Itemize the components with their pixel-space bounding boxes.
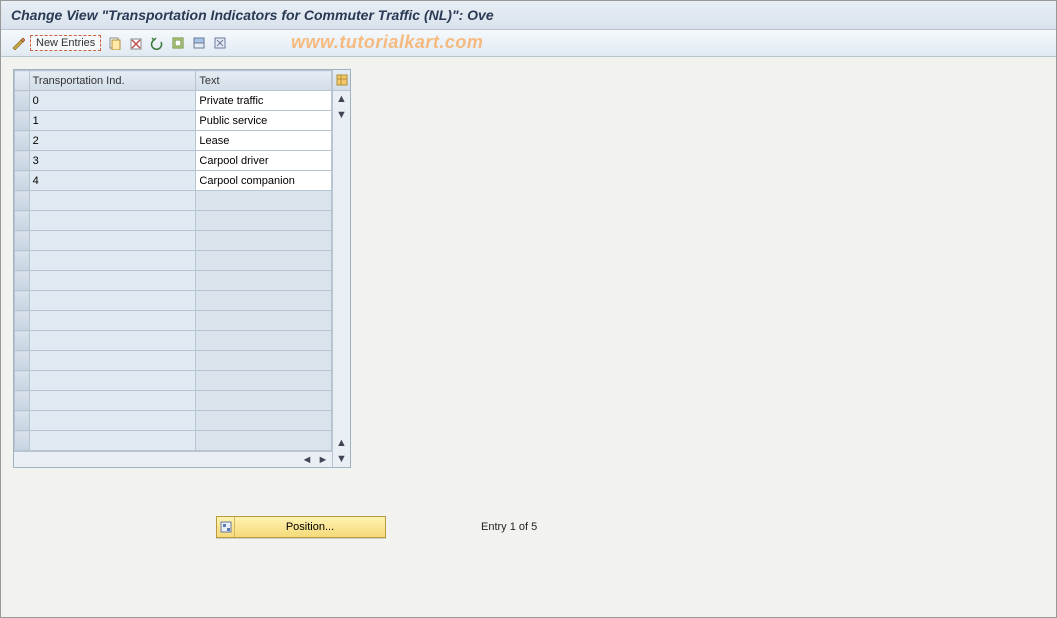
deselect-all-icon[interactable] <box>211 34 229 52</box>
empty-cell[interactable] <box>29 391 196 411</box>
row-selector[interactable] <box>15 271 30 291</box>
row-selector[interactable] <box>15 411 30 431</box>
scroll-down-icon[interactable]: ▼ <box>333 107 350 123</box>
toggle-display-change-icon[interactable] <box>9 34 27 52</box>
cell-ind[interactable]: 2 <box>29 131 196 151</box>
configure-columns-icon[interactable] <box>333 70 350 91</box>
scroll-up-icon[interactable]: ▲ <box>333 91 350 107</box>
watermark-text: www.tutorialkart.com <box>291 32 483 53</box>
empty-cell[interactable] <box>29 251 196 271</box>
entry-status: Entry 1 of 5 <box>481 521 537 533</box>
cell-ind[interactable]: 4 <box>29 171 196 191</box>
grid-table: Transportation Ind. Text 0 Private traff… <box>14 70 332 451</box>
copy-as-icon[interactable] <box>106 34 124 52</box>
horizontal-scrollbar[interactable]: ◄ ► <box>14 451 332 467</box>
row-selector[interactable] <box>15 431 30 451</box>
row-selector[interactable] <box>15 391 30 411</box>
footer-row: Position... Entry 1 of 5 <box>1 516 1056 538</box>
col-header-ind[interactable]: Transportation Ind. <box>29 71 196 91</box>
scroll-left-icon[interactable]: ◄ <box>300 454 314 466</box>
data-grid: Transportation Ind. Text 0 Private traff… <box>13 69 351 468</box>
empty-cell[interactable] <box>196 211 332 231</box>
empty-cell[interactable] <box>196 251 332 271</box>
row-selector[interactable] <box>15 331 30 351</box>
empty-cell[interactable] <box>196 191 332 211</box>
empty-cell[interactable] <box>29 431 196 451</box>
empty-cell[interactable] <box>29 231 196 251</box>
empty-cell[interactable] <box>196 271 332 291</box>
position-icon <box>217 517 235 537</box>
empty-cell[interactable] <box>29 311 196 331</box>
row-selector[interactable] <box>15 151 30 171</box>
empty-cell[interactable] <box>29 191 196 211</box>
undo-change-icon[interactable] <box>148 34 166 52</box>
row-selector[interactable] <box>15 111 30 131</box>
row-selector-header[interactable] <box>15 71 30 91</box>
empty-cell[interactable] <box>29 331 196 351</box>
select-all-icon[interactable] <box>169 34 187 52</box>
row-selector[interactable] <box>15 311 30 331</box>
empty-cell[interactable] <box>196 231 332 251</box>
row-selector[interactable] <box>15 211 30 231</box>
row-selector[interactable] <box>15 131 30 151</box>
empty-cell[interactable] <box>196 371 332 391</box>
cell-ind[interactable]: 1 <box>29 111 196 131</box>
cell-text[interactable]: Lease <box>196 131 332 151</box>
cell-text[interactable]: Carpool companion <box>196 171 332 191</box>
cell-text[interactable]: Carpool driver <box>196 151 332 171</box>
empty-cell[interactable] <box>29 411 196 431</box>
cell-text[interactable]: Private traffic <box>196 91 332 111</box>
row-selector[interactable] <box>15 371 30 391</box>
scroll-down-icon[interactable]: ▼ <box>333 451 350 467</box>
empty-cell[interactable] <box>29 211 196 231</box>
scrollbar-track[interactable] <box>333 123 350 435</box>
empty-cell[interactable] <box>196 431 332 451</box>
new-entries-button[interactable]: New Entries <box>30 35 101 51</box>
empty-cell[interactable] <box>196 351 332 371</box>
select-block-icon[interactable] <box>190 34 208 52</box>
row-selector[interactable] <box>15 291 30 311</box>
cell-ind[interactable]: 0 <box>29 91 196 111</box>
row-selector[interactable] <box>15 251 30 271</box>
page-title: Change View "Transportation Indicators f… <box>1 1 1056 30</box>
cell-text[interactable]: Public service <box>196 111 332 131</box>
empty-cell[interactable] <box>29 271 196 291</box>
empty-cell[interactable] <box>196 391 332 411</box>
row-selector[interactable] <box>15 91 30 111</box>
vertical-scrollbar[interactable]: ▲ ▼ ▲ ▼ <box>332 70 350 467</box>
row-selector[interactable] <box>15 191 30 211</box>
row-selector[interactable] <box>15 351 30 371</box>
row-selector[interactable] <box>15 231 30 251</box>
position-label: Position... <box>235 521 385 533</box>
empty-cell[interactable] <box>29 371 196 391</box>
empty-cell[interactable] <box>29 351 196 371</box>
position-button[interactable]: Position... <box>216 516 386 538</box>
cell-ind[interactable]: 3 <box>29 151 196 171</box>
empty-cell[interactable] <box>196 291 332 311</box>
empty-cell[interactable] <box>196 411 332 431</box>
row-selector[interactable] <box>15 171 30 191</box>
delete-icon[interactable] <box>127 34 145 52</box>
empty-cell[interactable] <box>196 311 332 331</box>
toolbar: New Entries www.tutorialkart.com <box>1 30 1056 57</box>
col-header-text[interactable]: Text <box>196 71 332 91</box>
empty-cell[interactable] <box>196 331 332 351</box>
scroll-up-icon[interactable]: ▲ <box>333 435 350 451</box>
scroll-right-icon[interactable]: ► <box>316 454 330 466</box>
empty-cell[interactable] <box>29 291 196 311</box>
